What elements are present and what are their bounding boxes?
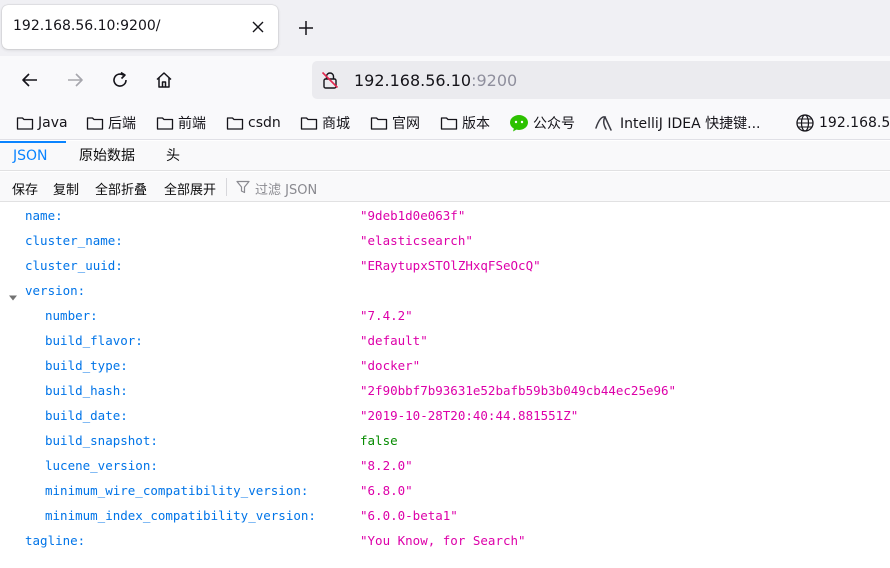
json-row[interactable]: lucene_version: "8.2.0": [0, 453, 890, 478]
json-key: build_date:: [45, 408, 128, 423]
bookmarks-toolbar: Java 后端 前端 csdn 商城 官网 版本 公众号 IntelliJ ID…: [0, 104, 890, 140]
json-value: "6.8.0": [360, 483, 413, 498]
tab-headers[interactable]: 头: [166, 141, 180, 171]
json-key: name:: [25, 208, 63, 223]
json-key: build_hash:: [45, 383, 128, 398]
reload-icon[interactable]: [106, 66, 134, 94]
json-key: minimum_index_compatibility_version:: [45, 508, 316, 523]
copy-button[interactable]: 复制: [53, 179, 79, 198]
bookmark-label: csdn: [248, 115, 281, 131]
url-text: 192.168.56.10:9200: [354, 71, 517, 90]
bookmark-folder-frontend[interactable]: 前端: [156, 113, 206, 133]
json-row[interactable]: cluster_uuid: "ERaytupxSTOlZHxqFSeOcQ": [0, 253, 890, 278]
json-row[interactable]: tagline: "You Know, for Search": [0, 528, 890, 553]
bookmark-label: IntelliJ IDEA 快捷键...: [620, 116, 761, 132]
json-key: lucene_version:: [45, 458, 158, 473]
bookmark-folder-java[interactable]: Java: [16, 113, 68, 133]
json-key: minimum_wire_compatibility_version:: [45, 483, 309, 498]
expand-all-button[interactable]: 全部展开: [164, 179, 216, 198]
bookmark-folder-backend[interactable]: 后端: [86, 113, 136, 133]
json-value: "8.2.0": [360, 458, 413, 473]
json-row[interactable]: cluster_name: "elasticsearch": [0, 228, 890, 253]
json-key: build_snapshot:: [45, 433, 158, 448]
close-tab-icon[interactable]: [248, 17, 268, 37]
json-value: "You Know, for Search": [360, 533, 526, 548]
json-row[interactable]: build_date: "2019-10-28T20:40:44.881551Z…: [0, 403, 890, 428]
tab-strip: 192.168.56.10:9200/: [0, 0, 890, 56]
json-value: false: [360, 433, 398, 448]
globe-icon: [796, 114, 814, 132]
folder-icon: [370, 117, 388, 130]
json-key: build_type:: [45, 358, 128, 373]
json-value: "elasticsearch": [360, 233, 473, 248]
folder-icon: [226, 117, 244, 130]
folder-icon: [86, 117, 104, 130]
json-value: "docker": [360, 358, 421, 373]
new-tab-icon[interactable]: [294, 16, 318, 40]
folder-icon: [300, 117, 318, 130]
json-row[interactable]: number: "7.4.2": [0, 303, 890, 328]
bookmark-folder-csdn[interactable]: csdn: [226, 113, 281, 133]
home-icon[interactable]: [150, 66, 178, 94]
bookmark-label: 商城: [322, 116, 350, 132]
intellij-icon: [595, 116, 612, 131]
bookmark-label: 192.168.56: [819, 115, 890, 131]
json-value: "ERaytupxSTOlZHxqFSeOcQ": [360, 258, 541, 273]
json-value: "2019-10-28T20:40:44.881551Z": [360, 408, 579, 423]
address-bar[interactable]: 192.168.56.10:9200: [312, 61, 890, 99]
bookmark-folder-official[interactable]: 官网: [370, 113, 420, 133]
json-row[interactable]: build_hash: "2f90bbf7b93631e52bafb59b3b0…: [0, 378, 890, 403]
json-row[interactable]: minimum_index_compatibility_version: "6.…: [0, 503, 890, 528]
json-key: build_flavor:: [45, 333, 143, 348]
tab-raw-data[interactable]: 原始数据: [79, 141, 135, 171]
json-row[interactable]: name: "9deb1d0e063f": [0, 203, 890, 228]
browser-tab-active[interactable]: 192.168.56.10:9200/: [2, 5, 278, 49]
json-key: cluster_name:: [25, 233, 123, 248]
json-row[interactable]: build_type: "docker": [0, 353, 890, 378]
bookmark-wechat[interactable]: 公众号: [509, 113, 575, 133]
json-row-version[interactable]: version:: [0, 278, 890, 303]
url-port: :9200: [471, 71, 518, 90]
bookmark-label: 后端: [108, 116, 136, 132]
url-host: 192.168.56.10: [354, 71, 472, 90]
json-viewer-tabs: JSON 原始数据 头: [0, 141, 890, 171]
json-key: number:: [45, 308, 98, 323]
forward-arrow-icon[interactable]: [61, 66, 89, 94]
json-key: tagline:: [25, 533, 86, 548]
bookmark-label: 版本: [462, 116, 490, 132]
wechat-icon: [510, 115, 528, 132]
toolbar-divider: [226, 178, 227, 196]
collapse-all-button[interactable]: 全部折叠: [95, 179, 147, 198]
folder-icon: [440, 117, 458, 130]
bookmark-192-168-56[interactable]: 192.168.56: [795, 113, 890, 133]
json-row[interactable]: minimum_wire_compatibility_version: "6.8…: [0, 478, 890, 503]
bookmark-label: 前端: [178, 116, 206, 132]
bookmark-intellij-shortcuts[interactable]: IntelliJ IDEA 快捷键...: [594, 113, 761, 133]
json-value: "7.4.2": [360, 308, 413, 323]
json-value: "2f90bbf7b93631e52bafb59b3b049cb44ec25e9…: [360, 383, 677, 398]
json-row[interactable]: build_snapshot: false: [0, 428, 890, 453]
json-row[interactable]: build_flavor: "default": [0, 328, 890, 353]
folder-icon: [156, 117, 174, 130]
tab-json[interactable]: JSON: [13, 141, 48, 171]
filter-icon: [236, 180, 250, 198]
tab-title: 192.168.56.10:9200/: [13, 18, 161, 34]
bookmark-label: 公众号: [533, 116, 575, 132]
bookmark-label: 官网: [392, 116, 420, 132]
bookmark-folder-mall[interactable]: 商城: [300, 113, 350, 133]
json-value: "6.0.0-beta1": [360, 508, 458, 523]
json-toolbar: 保存 复制 全部折叠 全部展开 过滤 JSON: [0, 172, 890, 202]
json-value: "default": [360, 333, 428, 348]
filter-json-input[interactable]: 过滤 JSON: [255, 179, 317, 198]
insecure-lock-icon[interactable]: [320, 70, 340, 90]
folder-icon: [16, 117, 34, 130]
bookmark-label: Java: [38, 115, 68, 131]
back-arrow-icon[interactable]: [16, 66, 44, 94]
navigation-toolbar: 192.168.56.10:9200: [0, 56, 890, 104]
json-key: version:: [25, 283, 86, 298]
save-button[interactable]: 保存: [12, 179, 38, 198]
json-value: "9deb1d0e063f": [360, 208, 466, 223]
bookmark-folder-version[interactable]: 版本: [440, 113, 490, 133]
json-key: cluster_uuid:: [25, 258, 123, 273]
